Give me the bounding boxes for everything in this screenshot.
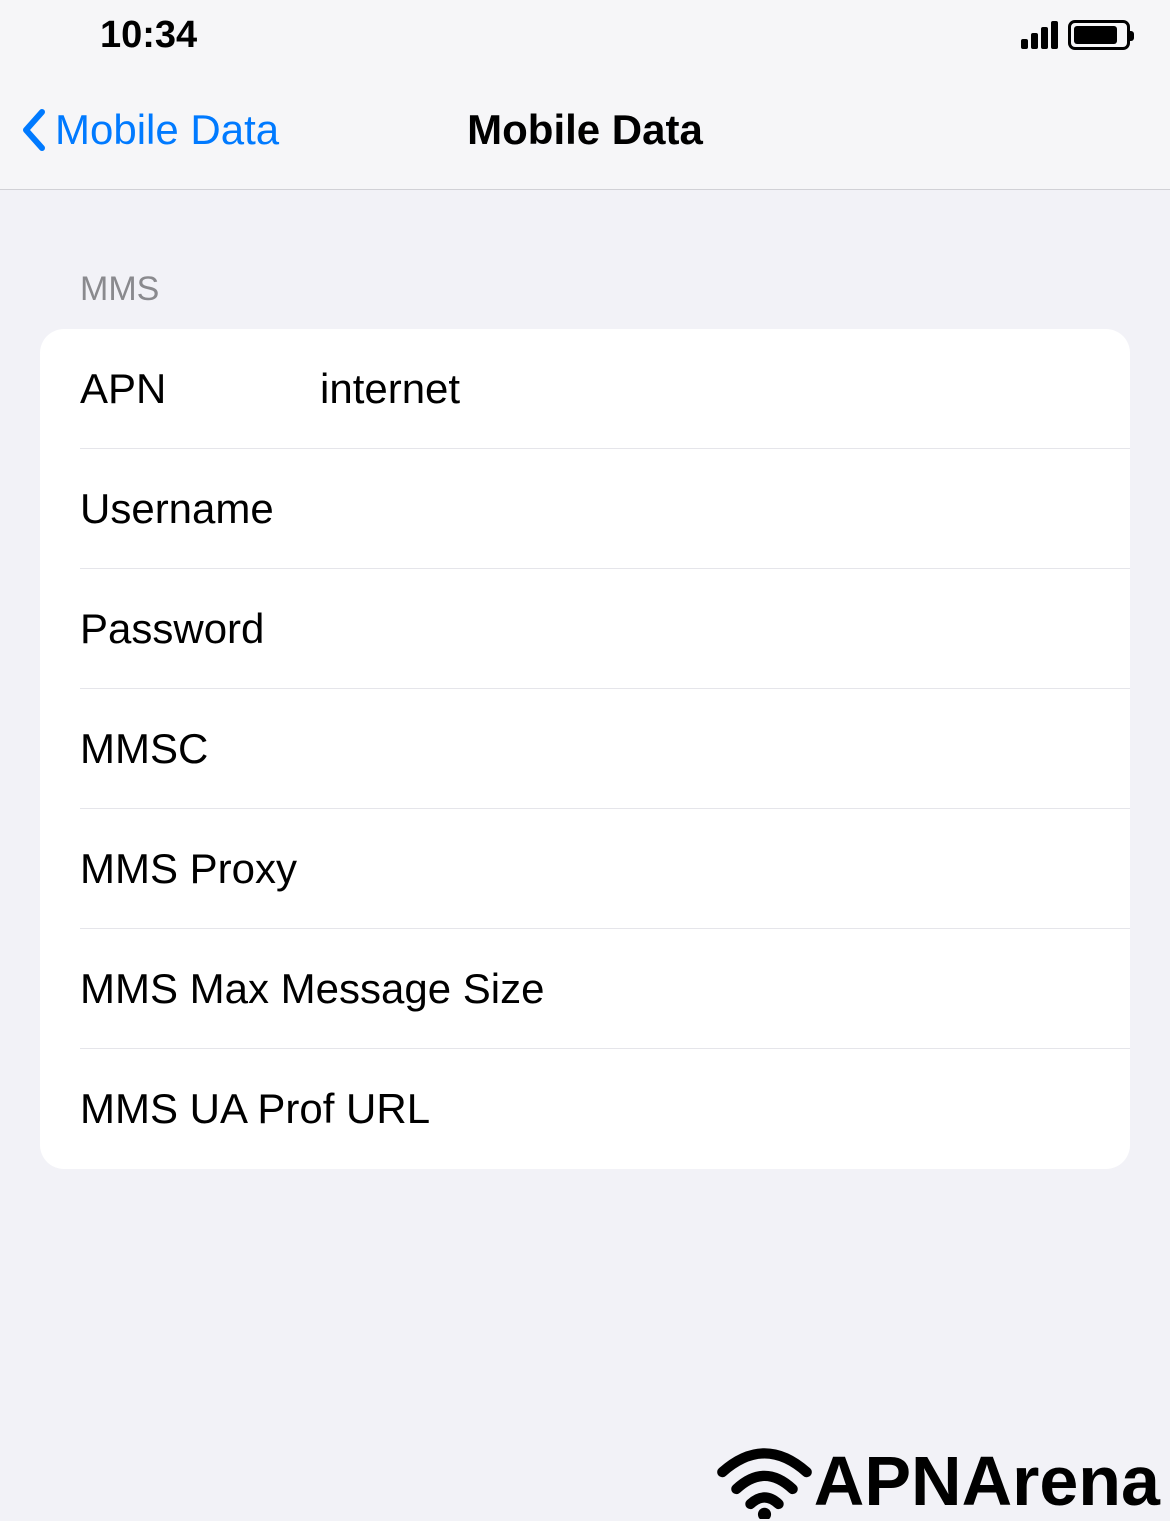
mms-settings-group: APN Username Password MMSC MMS Proxy MMS…: [40, 329, 1130, 1169]
apn-label: APN: [80, 365, 320, 413]
back-label: Mobile Data: [55, 106, 279, 154]
mmsc-row[interactable]: MMSC: [40, 689, 1130, 809]
battery-icon: [1068, 20, 1130, 50]
username-label: Username: [80, 485, 320, 533]
apn-row[interactable]: APN: [40, 329, 1130, 449]
status-icons: [1021, 20, 1130, 50]
mms-ua-prof-row[interactable]: MMS UA Prof URL: [40, 1049, 1130, 1169]
brand-logo: APNArena: [717, 1441, 1160, 1521]
mmsc-input[interactable]: [320, 725, 1090, 773]
apn-input[interactable]: [320, 365, 1090, 413]
back-button[interactable]: Mobile Data: [20, 106, 279, 154]
username-input[interactable]: [320, 485, 1090, 533]
navigation-bar: Mobile Data Mobile Data: [0, 70, 1170, 190]
password-label: Password: [80, 605, 320, 653]
password-row[interactable]: Password: [40, 569, 1130, 689]
mms-ua-prof-label: MMS UA Prof URL: [80, 1085, 1090, 1133]
wifi-icon: [717, 1444, 812, 1519]
section-header-mms: MMS: [0, 190, 1170, 319]
mms-proxy-row[interactable]: MMS Proxy: [40, 809, 1130, 929]
status-bar: 10:34: [0, 0, 1170, 70]
username-row[interactable]: Username: [40, 449, 1130, 569]
mms-max-size-row[interactable]: MMS Max Message Size: [40, 929, 1130, 1049]
mms-max-size-label: MMS Max Message Size: [80, 965, 1090, 1013]
status-time: 10:34: [100, 14, 197, 57]
chevron-left-icon: [20, 108, 50, 152]
password-input[interactable]: [320, 605, 1090, 653]
cellular-signal-icon: [1021, 21, 1058, 49]
mms-proxy-label: MMS Proxy: [80, 845, 1090, 893]
mmsc-label: MMSC: [80, 725, 320, 773]
